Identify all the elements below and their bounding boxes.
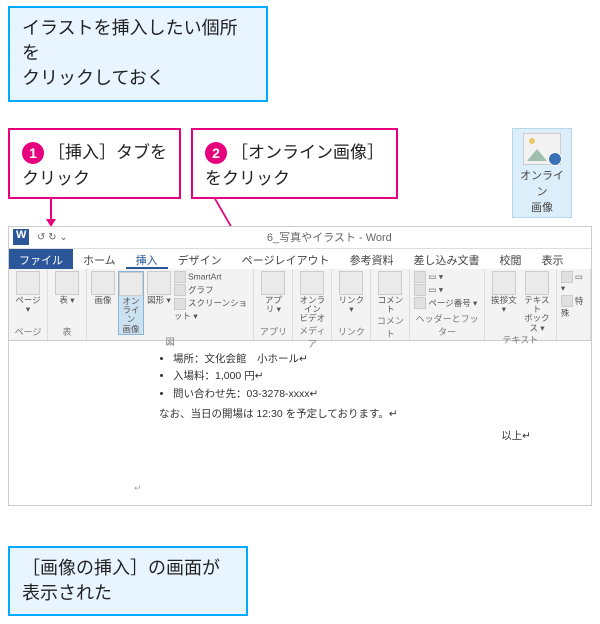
- doc-li-fee: 入場料：1,000 円↵: [173, 368, 551, 386]
- btn-greeting[interactable]: 挨拶文 ▾: [489, 271, 519, 315]
- btn-equation[interactable]: ▭ ▾: [561, 271, 586, 294]
- ribbon-group-apps: アプ リ ▾ アプリ: [254, 269, 293, 340]
- btn-chart[interactable]: グラフ: [174, 284, 249, 297]
- tab-references[interactable]: 参考資料: [339, 249, 403, 269]
- doc-note: なお、当日の開場は 12:30 を予定しております。↵: [159, 406, 551, 424]
- step2-callout: 2［オンライン画像］ をクリック: [191, 128, 398, 200]
- ribbon-group-table: 表 ▾ 表: [48, 269, 87, 340]
- btn-symbol[interactable]: 特殊: [561, 295, 586, 320]
- note-result: ［画像の挿入］の画面が 表示された: [8, 546, 248, 616]
- tab-page-layout[interactable]: ページレイアウト: [232, 249, 340, 269]
- doc-li-contact: 問い合わせ先：03-3278-xxxx↵: [173, 386, 551, 404]
- btn-online-video[interactable]: オンライン ビデオ: [297, 271, 327, 324]
- btn-page[interactable]: ページ ▾: [13, 271, 43, 315]
- window-title: 6_写真やイラスト - Word: [267, 229, 392, 245]
- group-label-comment: コメント: [375, 314, 405, 340]
- ribbon-group-page: ページ ▾ ページ: [9, 269, 48, 340]
- btn-textbox[interactable]: テキスト ボックス ▾: [522, 271, 552, 333]
- document-area[interactable]: 場所：文化会館 小ホール↵ 入場料：1,000 円↵ 問い合わせ先：03-327…: [9, 341, 591, 446]
- ribbon-group-illustrations: 画像 オンライン 画像 図形 ▾ SmartArt グラフ スクリーンショット …: [87, 269, 254, 340]
- btn-online-image[interactable]: オンライン 画像: [118, 271, 144, 335]
- ribbon: ページ ▾ ページ 表 ▾ 表 画像 オンライン 画像 図形 ▾ SmartAr…: [9, 269, 591, 341]
- quick-access-toolbar[interactable]: ↺ ↻ ⌄: [37, 232, 68, 243]
- group-label-table: 表: [52, 325, 82, 338]
- online-image-icon: [523, 133, 561, 165]
- doc-bullets: 場所：文化会館 小ホール↵ 入場料：1,000 円↵ 問い合わせ先：03-327…: [173, 351, 551, 405]
- sym-stack: ▭ ▾ 特殊: [561, 271, 586, 320]
- tab-design[interactable]: デザイン: [168, 249, 232, 269]
- tab-insert[interactable]: 挿入: [126, 249, 168, 269]
- btn-comment[interactable]: コメント: [375, 271, 405, 315]
- btn-shapes[interactable]: 図形 ▾: [147, 271, 171, 305]
- step2-badge: 2: [205, 142, 227, 164]
- group-label-hf: ヘッダーとフッター: [414, 312, 480, 338]
- btn-footer[interactable]: ▭ ▾: [414, 284, 477, 296]
- group-label-page: ページ: [13, 325, 43, 338]
- btn-page-number[interactable]: ページ番号 ▾: [414, 297, 477, 310]
- online-image-preview-label: オンライン 画像: [520, 170, 564, 214]
- btn-header[interactable]: ▭ ▾: [414, 271, 477, 283]
- ribbon-group-link: リンク ▾ リンク: [332, 269, 371, 340]
- ribbon-group-comment: コメント コメント: [371, 269, 410, 340]
- btn-link[interactable]: リンク ▾: [336, 271, 366, 315]
- ribbon-tabs: ファイル ホーム 挿入 デザイン ページレイアウト 参考資料 差し込み文書 校閲…: [9, 249, 591, 269]
- online-image-preview-card: オンライン 画像: [512, 128, 572, 218]
- word-window: ↺ ↻ ⌄ 6_写真やイラスト - Word ファイル ホーム 挿入 デザイン …: [8, 226, 592, 506]
- hf-stack: ▭ ▾ ▭ ▾ ページ番号 ▾: [414, 271, 477, 310]
- step-callouts-row: 1［挿入］タブを クリック 2［オンライン画像］ をクリック オンライン 画像: [8, 128, 592, 218]
- ribbon-group-symbols: ▭ ▾ 特殊: [557, 269, 591, 340]
- cursor-position-mark: ↵: [134, 481, 142, 496]
- ribbon-group-header-footer: ▭ ▾ ▭ ▾ ページ番号 ▾ ヘッダーとフッター: [410, 269, 485, 340]
- word-app-icon: [13, 229, 29, 245]
- doc-li-place: 場所：文化会館 小ホール↵: [173, 351, 551, 369]
- group-label-app: アプリ: [258, 325, 288, 338]
- btn-table[interactable]: 表 ▾: [52, 271, 82, 305]
- step1-callout: 1［挿入］タブを クリック: [8, 128, 181, 200]
- ribbon-group-media: オンライン ビデオ メディア: [293, 269, 332, 340]
- doc-end: 以上↵: [159, 428, 531, 446]
- step1-badge: 1: [22, 142, 44, 164]
- tab-file[interactable]: ファイル: [9, 249, 73, 269]
- tab-view[interactable]: 表示: [531, 249, 573, 269]
- illust-stack: SmartArt グラフ スクリーンショット ▾: [174, 271, 249, 323]
- step1-text: ［挿入］タブを クリック: [22, 143, 167, 189]
- tab-home[interactable]: ホーム: [73, 249, 126, 269]
- group-label-link: リンク: [336, 325, 366, 338]
- title-bar: ↺ ↻ ⌄ 6_写真やイラスト - Word: [9, 227, 591, 249]
- btn-image[interactable]: 画像: [91, 271, 115, 305]
- tab-review[interactable]: 校閲: [489, 249, 531, 269]
- btn-apps[interactable]: アプ リ ▾: [258, 271, 288, 315]
- tab-mailings[interactable]: 差し込み文書: [403, 249, 489, 269]
- btn-smartart[interactable]: SmartArt: [174, 271, 249, 283]
- note-click-location: イラストを挿入したい個所を クリックしておく: [8, 6, 268, 102]
- ribbon-group-text: 挨拶文 ▾ テキスト ボックス ▾ テキスト: [485, 269, 557, 340]
- btn-screenshot[interactable]: スクリーンショット ▾: [174, 297, 249, 322]
- step2-text: ［オンライン画像］ をクリック: [205, 143, 384, 189]
